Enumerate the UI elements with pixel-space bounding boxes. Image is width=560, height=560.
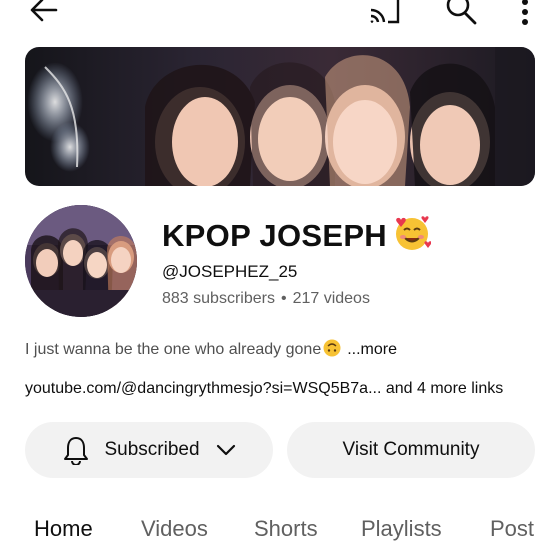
visit-community-button[interactable]: Visit Community	[287, 422, 535, 478]
description-more-link[interactable]: ...more	[347, 341, 397, 358]
stats-separator: •	[280, 290, 287, 307]
upside-down-face-emoji-icon	[323, 339, 341, 357]
chevron-down-icon	[216, 444, 235, 456]
cast-icon[interactable]	[366, 0, 402, 26]
tab-home[interactable]: Home	[34, 516, 93, 542]
channel-name: KPOP JOSEPH	[162, 214, 431, 254]
channel-tabs: Home Videos Shorts Playlists Post	[0, 512, 560, 552]
tab-shorts[interactable]: Shorts	[254, 516, 318, 542]
channel-stats: 883 subscribers • 217 videos	[162, 290, 370, 308]
smiling-face-with-hearts-emoji-icon	[395, 216, 431, 250]
tab-post[interactable]: Post	[490, 516, 534, 542]
video-count: 217 videos	[292, 290, 370, 307]
channel-links[interactable]: youtube.com/@dancingrythmesjo?si=WSQ5B7a…	[25, 380, 503, 398]
channel-name-text: KPOP JOSEPH	[162, 218, 387, 253]
banner-artwork	[27, 47, 535, 186]
channel-description[interactable]: I just wanna be the one who already gone…	[25, 339, 397, 359]
top-bar	[0, 0, 560, 28]
visit-community-label: Visit Community	[342, 439, 480, 460]
description-text: I just wanna be the one who already gone	[25, 341, 322, 358]
channel-banner[interactable]	[25, 47, 535, 186]
channel-avatar[interactable]	[25, 205, 137, 317]
subscribed-button[interactable]: Subscribed	[25, 422, 273, 478]
more-vertical-icon[interactable]	[514, 0, 536, 26]
arrow-left-icon[interactable]	[28, 0, 60, 26]
tab-videos[interactable]: Videos	[141, 516, 208, 542]
avatar-photo	[25, 205, 137, 317]
tab-playlists[interactable]: Playlists	[361, 516, 442, 542]
bell-icon	[64, 437, 89, 465]
search-icon[interactable]	[444, 0, 478, 26]
channel-handle: @JOSEPHEZ_25	[162, 262, 298, 281]
subscribed-label: Subscribed	[104, 439, 200, 460]
subscriber-count: 883 subscribers	[162, 290, 275, 307]
